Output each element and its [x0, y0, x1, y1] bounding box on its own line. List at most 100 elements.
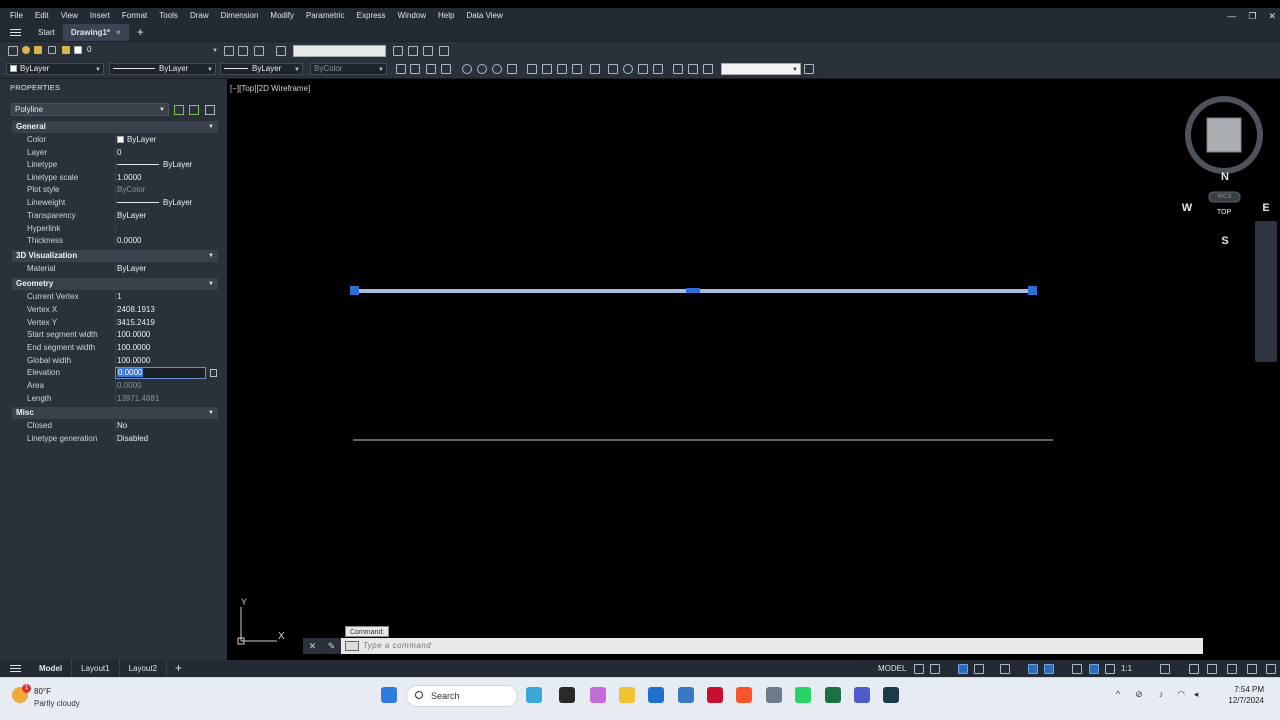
dim-style-icon[interactable] — [408, 46, 418, 56]
minimize-icon[interactable]: — — [1227, 11, 1236, 21]
new-tab-icon[interactable]: + — [129, 24, 152, 41]
prop-row[interactable]: Start segment width 100.0000 — [12, 329, 218, 341]
grip-start[interactable] — [350, 286, 359, 295]
jogged-linear-icon[interactable] — [653, 64, 663, 74]
dim-style-manager-icon[interactable] — [804, 64, 814, 74]
prop-row[interactable]: Linetype scale 1.0000 — [12, 172, 218, 184]
close-window-icon[interactable]: ✕ — [1268, 11, 1276, 22]
isodraft-icon[interactable] — [1000, 664, 1010, 674]
grip-end[interactable] — [1028, 286, 1037, 295]
prop-row[interactable]: Length 13971.4881 — [12, 393, 218, 405]
prop-row[interactable]: Area 0.0000 — [12, 380, 218, 392]
toggle-pickadd-icon[interactable] — [174, 105, 184, 115]
linetype-combo[interactable]: ByLayer ▼ — [109, 63, 216, 75]
lineweight-toggle-icon[interactable] — [1072, 664, 1082, 674]
grid-icon[interactable] — [914, 664, 924, 674]
osnap-icon[interactable] — [1044, 664, 1054, 674]
navigation-bar[interactable] — [1255, 221, 1277, 362]
copilot-icon[interactable] — [590, 687, 606, 703]
inspection-icon[interactable] — [638, 64, 648, 74]
restore-icon[interactable]: ❐ — [1248, 11, 1256, 22]
section-geometry[interactable]: Geometry ▼ — [12, 278, 218, 290]
snap-icon[interactable] — [930, 664, 940, 674]
calculator-app-icon[interactable] — [678, 687, 694, 703]
section-general[interactable]: General ▼ — [12, 121, 218, 133]
compass-south[interactable]: S — [1218, 235, 1232, 247]
style-combo[interactable] — [293, 45, 386, 57]
tab-start[interactable]: Start — [30, 24, 63, 41]
autocad-app-icon[interactable] — [707, 687, 723, 703]
new-layout-icon[interactable]: + — [167, 660, 190, 677]
dim-style-combo[interactable]: ▼ — [721, 63, 801, 75]
prop-row[interactable]: Linetype generation Disabled — [12, 433, 218, 445]
annotation-scale[interactable]: 1:1 — [1121, 660, 1132, 677]
dim-aligned-icon[interactable] — [410, 64, 420, 74]
plotstyle-combo[interactable]: ByColor ▼ — [310, 63, 387, 75]
section-3d-visualization[interactable]: 3D Visualization ▼ — [12, 250, 218, 262]
menu-window[interactable]: Window — [392, 8, 432, 24]
recent-commands-icon[interactable] — [345, 641, 359, 651]
menu-view[interactable]: View — [55, 8, 84, 24]
menu-tools[interactable]: Tools — [153, 8, 184, 24]
store-icon[interactable] — [648, 687, 664, 703]
wifi-icon[interactable]: ◠ — [1176, 689, 1186, 699]
taskbar-search[interactable]: Search — [406, 685, 518, 707]
prop-row[interactable]: Material ByLayer — [12, 263, 218, 275]
layer-freeze-icon[interactable] — [34, 46, 42, 54]
close-command-icon[interactable]: ✕ — [309, 641, 317, 652]
dim-baseline-icon[interactable] — [542, 64, 552, 74]
object-snap-tracking-icon[interactable] — [1028, 664, 1038, 674]
layer-states-icon[interactable] — [254, 46, 264, 56]
dim-angular-icon[interactable] — [507, 64, 517, 74]
tab-drawing1[interactable]: Drawing1* × — [62, 24, 129, 41]
file-explorer-icon[interactable] — [619, 687, 635, 703]
dim-continue-icon[interactable] — [557, 64, 567, 74]
command-input[interactable]: Type a command — [363, 638, 431, 654]
text-style-icon[interactable] — [393, 46, 403, 56]
layer-color-icon[interactable] — [74, 46, 82, 54]
table-style-icon[interactable] — [423, 46, 433, 56]
terminal-app-icon[interactable] — [883, 687, 899, 703]
multileader-style-icon[interactable] — [439, 46, 449, 56]
layer-lock-icon[interactable] — [62, 46, 70, 54]
layer-viewport-icon[interactable] — [48, 46, 56, 54]
whatsapp-icon[interactable] — [795, 687, 811, 703]
menu-insert[interactable]: Insert — [84, 8, 116, 24]
select-objects-icon[interactable] — [189, 105, 199, 115]
layer-previous-icon[interactable] — [238, 46, 248, 56]
section-misc[interactable]: Misc ▼ — [12, 407, 218, 419]
viewcube-face[interactable] — [1206, 117, 1242, 153]
color-combo[interactable]: ByLayer ▼ — [6, 63, 104, 75]
auto-scale-icon[interactable] — [1105, 664, 1115, 674]
volume-icon[interactable]: ◂ — [1191, 689, 1201, 699]
units-icon[interactable] — [1207, 664, 1217, 674]
prop-row[interactable]: Thickness 0.0000 — [12, 235, 218, 247]
menu-file[interactable]: File — [4, 8, 29, 24]
isolate-icon[interactable] — [1227, 664, 1237, 674]
network-off-icon[interactable]: ⊘ — [1134, 689, 1144, 699]
dim-diameter-icon[interactable] — [492, 64, 502, 74]
microphone-icon[interactable]: ♪ — [1156, 689, 1166, 699]
workspace-gear-icon[interactable] — [1160, 664, 1170, 674]
task-view-icon[interactable] — [559, 687, 575, 703]
lineweight-combo[interactable]: ByLayer ▼ — [220, 63, 303, 75]
dim-break-icon[interactable] — [590, 64, 600, 74]
application-menu-icon[interactable] — [0, 24, 30, 41]
customize-wrench-icon[interactable]: ✎ — [328, 641, 336, 652]
viewcube-label[interactable]: TOP — [1207, 209, 1241, 216]
prop-row[interactable]: Vertex Y 3415.2419 — [12, 317, 218, 329]
menu-help[interactable]: Help — [432, 8, 460, 24]
prop-row[interactable]: End segment width 100.0000 — [12, 342, 218, 354]
menu-dimension[interactable]: Dimension — [215, 8, 265, 24]
brave-browser-icon[interactable] — [736, 687, 752, 703]
fullscreen-icon[interactable] — [1247, 664, 1257, 674]
quick-dim-icon[interactable] — [527, 64, 537, 74]
prop-row[interactable]: Transparency ByLayer — [12, 210, 218, 222]
tab-layout2[interactable]: Layout2 — [120, 660, 168, 677]
settings-app-icon[interactable] — [766, 687, 782, 703]
dim-radius-icon[interactable] — [462, 64, 472, 74]
prop-row-elevation[interactable]: Elevation 0.0000 — [12, 367, 218, 379]
prop-row[interactable]: Plot style ByColor — [12, 184, 218, 196]
object-type-select[interactable]: Polyline ▼ — [11, 103, 169, 116]
menu-parametric[interactable]: Parametric — [300, 8, 351, 24]
